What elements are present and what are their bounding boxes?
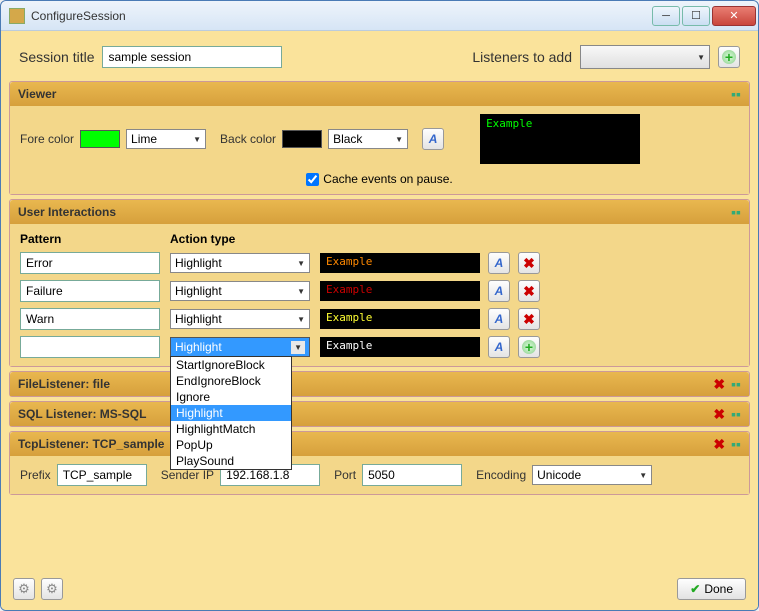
check-icon: ✔ xyxy=(690,582,700,596)
delete-icon[interactable]: ✖ xyxy=(713,436,725,453)
font-icon: A xyxy=(495,340,504,354)
dropdown-option[interactable]: Ignore xyxy=(171,389,291,405)
action-dropdown-new[interactable]: Highlight▼ xyxy=(170,337,310,357)
font-icon: A xyxy=(495,256,504,270)
cache-label: Cache events on pause. xyxy=(323,172,452,186)
prefix-input[interactable] xyxy=(57,464,147,486)
back-color-swatch[interactable] xyxy=(282,130,322,148)
interactions-panel: User Interactions ▪▪ Pattern Action type… xyxy=(9,199,750,367)
dropdown-option[interactable]: EndIgnoreBlock xyxy=(171,373,291,389)
row-font-button[interactable]: A xyxy=(488,336,510,358)
x-icon: ✖ xyxy=(523,311,535,328)
x-icon: ✖ xyxy=(523,283,535,300)
sqllistener-header[interactable]: SQL Listener: MS-SQL ✖ ▪▪ xyxy=(10,402,749,426)
dropdown-option[interactable]: HighlightMatch xyxy=(171,421,291,437)
session-title-label: Session title xyxy=(19,49,94,65)
action-dropdown-list[interactable]: StartIgnoreBlock EndIgnoreBlock Ignore H… xyxy=(170,356,292,470)
port-label: Port xyxy=(334,468,356,482)
viewer-panel-header[interactable]: Viewer ▪▪ xyxy=(10,82,749,106)
row-font-button[interactable]: A xyxy=(488,280,510,302)
tcplistener-panel: TcpListener: TCP_sample ✖ ▪▪ Prefix Send… xyxy=(9,431,750,495)
viewer-panel: Viewer ▪▪ Fore color Lime▼ Back color Bl… xyxy=(9,81,750,195)
add-listener-button[interactable]: + xyxy=(718,46,740,68)
row-delete-button[interactable]: ✖ xyxy=(518,280,540,302)
col-pattern-header: Pattern xyxy=(20,232,160,246)
viewer-preview: Example xyxy=(480,114,640,164)
footer-tool-1[interactable]: ⚙ xyxy=(13,578,35,600)
footer-tool-2[interactable]: ⚙ xyxy=(41,578,63,600)
session-title-input[interactable] xyxy=(102,46,282,68)
dropdown-option-selected[interactable]: Highlight xyxy=(171,405,291,421)
col-action-header: Action type xyxy=(170,232,310,246)
action-dropdown[interactable]: Highlight▼ xyxy=(170,281,310,301)
action-dropdown[interactable]: Highlight▼ xyxy=(170,253,310,273)
app-window: ConfigureSession ─ ☐ ✕ SnapFiles Session… xyxy=(0,0,759,611)
tcplistener-header[interactable]: TcpListener: TCP_sample ✖ ▪▪ xyxy=(10,432,749,456)
close-button[interactable]: ✕ xyxy=(712,6,756,26)
pattern-input[interactable] xyxy=(20,252,160,274)
back-color-dropdown[interactable]: Black▼ xyxy=(328,129,408,149)
example-preview: Example xyxy=(320,309,480,329)
encoding-dropdown[interactable]: Unicode▼ xyxy=(532,465,652,485)
collapse-icon[interactable]: ▪▪ xyxy=(731,204,741,220)
gear-icon: ⚙ xyxy=(18,581,30,597)
filelistener-panel: FileListener: file ✖ ▪▪ xyxy=(9,371,750,397)
done-button[interactable]: ✔ Done xyxy=(677,578,746,600)
pattern-input[interactable] xyxy=(20,308,160,330)
pattern-input[interactable] xyxy=(20,280,160,302)
action-dropdown[interactable]: Highlight▼ xyxy=(170,309,310,329)
row-font-button[interactable]: A xyxy=(488,308,510,330)
footer: ⚙ ⚙ ✔ Done xyxy=(9,572,750,602)
fore-color-label: Fore color xyxy=(20,132,74,146)
gear-icon: ⚙ xyxy=(46,581,58,597)
font-icon: A xyxy=(495,284,504,298)
row-add-button[interactable]: + xyxy=(518,336,540,358)
pattern-input-new[interactable] xyxy=(20,336,160,358)
delete-icon[interactable]: ✖ xyxy=(713,406,725,423)
chevron-down-icon: ▼ xyxy=(697,53,705,62)
back-color-label: Back color xyxy=(220,132,276,146)
plus-icon: + xyxy=(522,340,536,354)
titlebar[interactable]: ConfigureSession ─ ☐ ✕ xyxy=(1,1,758,31)
example-preview: Example xyxy=(320,253,480,273)
encoding-label: Encoding xyxy=(476,468,526,482)
collapse-icon[interactable]: ▪▪ xyxy=(731,86,741,102)
app-icon xyxy=(9,8,25,24)
maximize-button[interactable]: ☐ xyxy=(682,6,710,26)
client-area: SnapFiles Session title Listeners to add… xyxy=(1,31,758,610)
font-icon: A xyxy=(429,132,438,146)
prefix-label: Prefix xyxy=(20,468,51,482)
example-preview: Example xyxy=(320,281,480,301)
expand-icon[interactable]: ▪▪ xyxy=(731,406,741,423)
x-icon: ✖ xyxy=(523,255,535,272)
row-delete-button[interactable]: ✖ xyxy=(518,308,540,330)
expand-icon[interactable]: ▪▪ xyxy=(731,376,741,393)
sqllistener-panel: SQL Listener: MS-SQL ✖ ▪▪ xyxy=(9,401,750,427)
font-icon: A xyxy=(495,312,504,326)
port-input[interactable] xyxy=(362,464,462,486)
minimize-button[interactable]: ─ xyxy=(652,6,680,26)
cache-checkbox[interactable] xyxy=(306,173,319,186)
listeners-label: Listeners to add xyxy=(472,49,572,65)
delete-icon[interactable]: ✖ xyxy=(713,376,725,393)
fore-color-swatch[interactable] xyxy=(80,130,120,148)
senderip-label: Sender IP xyxy=(161,468,214,482)
row-font-button[interactable]: A xyxy=(488,252,510,274)
dropdown-option[interactable]: StartIgnoreBlock xyxy=(171,357,291,373)
fore-color-dropdown[interactable]: Lime▼ xyxy=(126,129,206,149)
collapse-icon[interactable]: ▪▪ xyxy=(731,436,741,453)
filelistener-header[interactable]: FileListener: file ✖ ▪▪ xyxy=(10,372,749,396)
example-preview: Example xyxy=(320,337,480,357)
row-delete-button[interactable]: ✖ xyxy=(518,252,540,274)
dropdown-option[interactable]: PopUp xyxy=(171,437,291,453)
dropdown-option[interactable]: PlaySound xyxy=(171,453,291,469)
window-title: ConfigureSession xyxy=(31,9,652,23)
interactions-panel-header[interactable]: User Interactions ▪▪ xyxy=(10,200,749,224)
viewer-font-button[interactable]: A xyxy=(422,128,444,150)
listeners-dropdown[interactable]: ▼ xyxy=(580,45,710,69)
plus-icon: + xyxy=(722,50,736,64)
top-row: Session title Listeners to add ▼ + xyxy=(9,41,750,81)
